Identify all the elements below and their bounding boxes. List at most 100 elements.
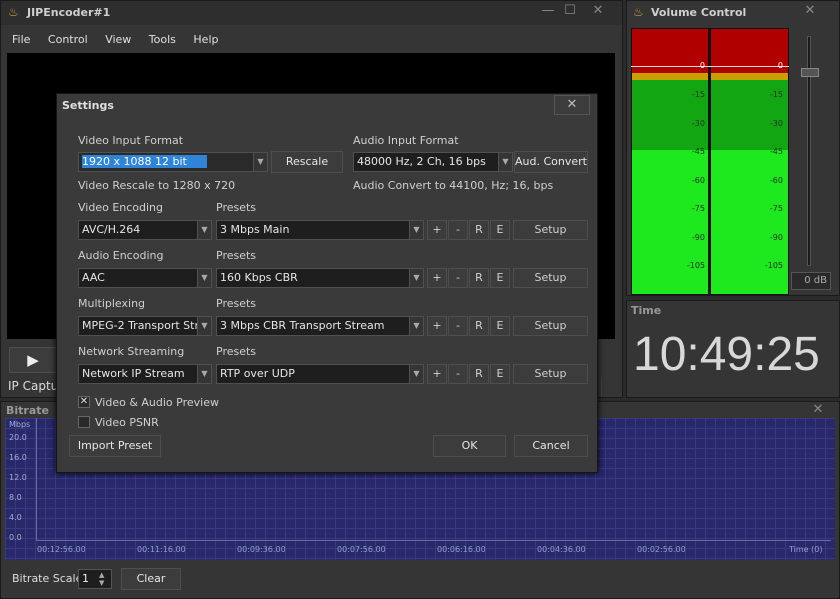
rename-preset-button[interactable]: R [469, 316, 489, 336]
spinner-arrows-icon[interactable]: ▲ ▼ [99, 571, 104, 587]
chevron-down-icon[interactable]: ▼ [409, 317, 423, 335]
setup-button[interactable]: Setup [513, 316, 588, 336]
rename-preset-button[interactable]: R [469, 364, 489, 384]
menu-help[interactable]: Help [193, 33, 218, 46]
add-preset-button[interactable]: + [427, 220, 447, 240]
audio-input-label: Audio Input Format [353, 134, 459, 147]
chevron-down-icon[interactable]: ▼ [197, 365, 211, 383]
minimize-icon[interactable]: — [539, 4, 557, 18]
rename-preset-button[interactable]: R [469, 220, 489, 240]
bitrate-title: Bitrate [6, 404, 49, 417]
bitrate-close-icon[interactable]: ✕ [809, 403, 827, 417]
psnr-checkbox[interactable] [78, 416, 90, 428]
bitrate-scale-spinner[interactable]: 1 ▲ ▼ [78, 569, 112, 589]
audio-preset-value: 160 Kbps CBR [220, 271, 298, 284]
setup-button[interactable]: Setup [513, 268, 588, 288]
edit-preset-button[interactable]: E [490, 220, 510, 240]
add-preset-button[interactable]: + [427, 364, 447, 384]
settings-close-button[interactable]: ✕ [554, 95, 590, 115]
bitrate-ytick: 12.0 [9, 473, 27, 482]
multiplexing-select[interactable]: MPEG-2 Transport Strea ▼ [78, 316, 212, 336]
close-icon[interactable]: ✕ [589, 4, 607, 18]
chevron-down-icon[interactable]: ▼ [197, 221, 211, 239]
menu-control[interactable]: Control [48, 33, 88, 46]
add-preset-button[interactable]: + [427, 316, 447, 336]
main-titlebar: ♨ JIPEncoder#1 — ☐ ✕ [1, 1, 622, 25]
main-window-title: JIPEncoder#1 [27, 6, 111, 19]
menu-view[interactable]: View [105, 33, 131, 46]
chevron-down-icon[interactable]: ▼ [409, 269, 423, 287]
volume-tick-r: -60 [769, 176, 783, 185]
remove-preset-button[interactable]: - [448, 316, 468, 336]
audio-encoding-select[interactable]: AAC ▼ [78, 268, 212, 288]
network-streaming-value: Network IP Stream [82, 367, 185, 380]
volume-tick-r: -90 [769, 233, 783, 242]
setup-button[interactable]: Setup [513, 220, 588, 240]
rescale-button[interactable]: Rescale [271, 151, 343, 173]
mux-preset-value: 3 Mbps CBR Transport Stream [220, 319, 385, 332]
volume-window: ♨ Volume Control ✕ 0 0 -15 -15 -30 -30 -… [626, 0, 840, 296]
remove-preset-button[interactable]: - [448, 268, 468, 288]
chevron-down-icon[interactable]: ▼ [197, 269, 211, 287]
network-preset-buttons: + - R E Setup [427, 364, 589, 384]
edit-preset-button[interactable]: E [490, 316, 510, 336]
menu-file[interactable]: File [12, 33, 30, 46]
presets-label: Presets [216, 345, 257, 358]
audio-preset-select[interactable]: 160 Kbps CBR ▼ [216, 268, 424, 288]
network-preset-select[interactable]: RTP over UDP ▼ [216, 364, 424, 384]
volume-slider-handle[interactable] [801, 68, 819, 77]
audio-encoding-value: AAC [82, 271, 105, 284]
clear-button[interactable]: Clear [121, 568, 181, 590]
presets-label: Presets [216, 297, 257, 310]
volume-tick-l: -45 [691, 147, 705, 156]
volume-tick-l: -60 [691, 176, 705, 185]
bitrate-ytick: 0.0 [9, 533, 22, 542]
volume-tick-r: 0 [777, 61, 783, 70]
volume-tick-l: -75 [691, 204, 705, 213]
volume-tick-r: -105 [764, 261, 783, 270]
network-preset-value: RTP over UDP [220, 367, 295, 380]
video-preset-select[interactable]: 3 Mbps Main ▼ [216, 220, 424, 240]
network-streaming-select[interactable]: Network IP Stream ▼ [78, 364, 212, 384]
aud-convert-button[interactable]: Aud. Convert [514, 151, 588, 173]
bitrate-ytick: 8.0 [9, 493, 22, 502]
menu-tools[interactable]: Tools [149, 33, 176, 46]
volume-db-readout: 0 dB [791, 272, 831, 290]
maximize-icon[interactable]: ☐ [561, 4, 579, 18]
chevron-down-icon[interactable]: ▼ [409, 365, 423, 383]
close-icon: ✕ [566, 97, 578, 112]
bitrate-ytick: 16.0 [9, 453, 27, 462]
audio-input-select[interactable]: 48000 Hz, 2 Ch, 16 bps ▼ [353, 152, 513, 172]
preview-checkbox[interactable]: ✕ [78, 396, 90, 408]
video-encoding-label: Video Encoding [78, 201, 164, 214]
bitrate-scale-value: 1 [82, 572, 89, 585]
audio-input-value: 48000 Hz, 2 Ch, 16 bps [357, 155, 486, 168]
volume-close-icon[interactable]: ✕ [801, 4, 819, 18]
volume-tick-l: -90 [691, 233, 705, 242]
import-preset-button[interactable]: Import Preset [69, 435, 161, 457]
video-preset-buttons: + - R E Setup [427, 220, 589, 240]
ok-button[interactable]: OK [433, 435, 506, 457]
chevron-down-icon[interactable]: ▼ [197, 317, 211, 335]
volume-tick-l: -105 [686, 261, 705, 270]
setup-button[interactable]: Setup [513, 364, 588, 384]
add-preset-button[interactable]: + [427, 268, 447, 288]
play-button[interactable]: ▶ [9, 347, 57, 373]
mux-preset-buttons: + - R E Setup [427, 316, 589, 336]
cancel-button[interactable]: Cancel [514, 435, 588, 457]
resize-grip[interactable] [601, 377, 621, 397]
chevron-down-icon[interactable]: ▼ [409, 221, 423, 239]
edit-preset-button[interactable]: E [490, 364, 510, 384]
volume-tick-r: -15 [769, 90, 783, 99]
remove-preset-button[interactable]: - [448, 220, 468, 240]
remove-preset-button[interactable]: - [448, 364, 468, 384]
time-window: Time 10:49:25 [626, 300, 840, 398]
rename-preset-button[interactable]: R [469, 268, 489, 288]
video-encoding-select[interactable]: AVC/H.264 ▼ [78, 220, 212, 240]
video-rescale-text: Video Rescale to 1280 x 720 [78, 179, 236, 192]
mux-preset-select[interactable]: 3 Mbps CBR Transport Stream ▼ [216, 316, 424, 336]
edit-preset-button[interactable]: E [490, 268, 510, 288]
chevron-down-icon[interactable]: ▼ [253, 153, 267, 171]
chevron-down-icon[interactable]: ▼ [498, 153, 512, 171]
video-input-select[interactable]: 1920 x 1088 12 bit ▼ [78, 152, 268, 172]
